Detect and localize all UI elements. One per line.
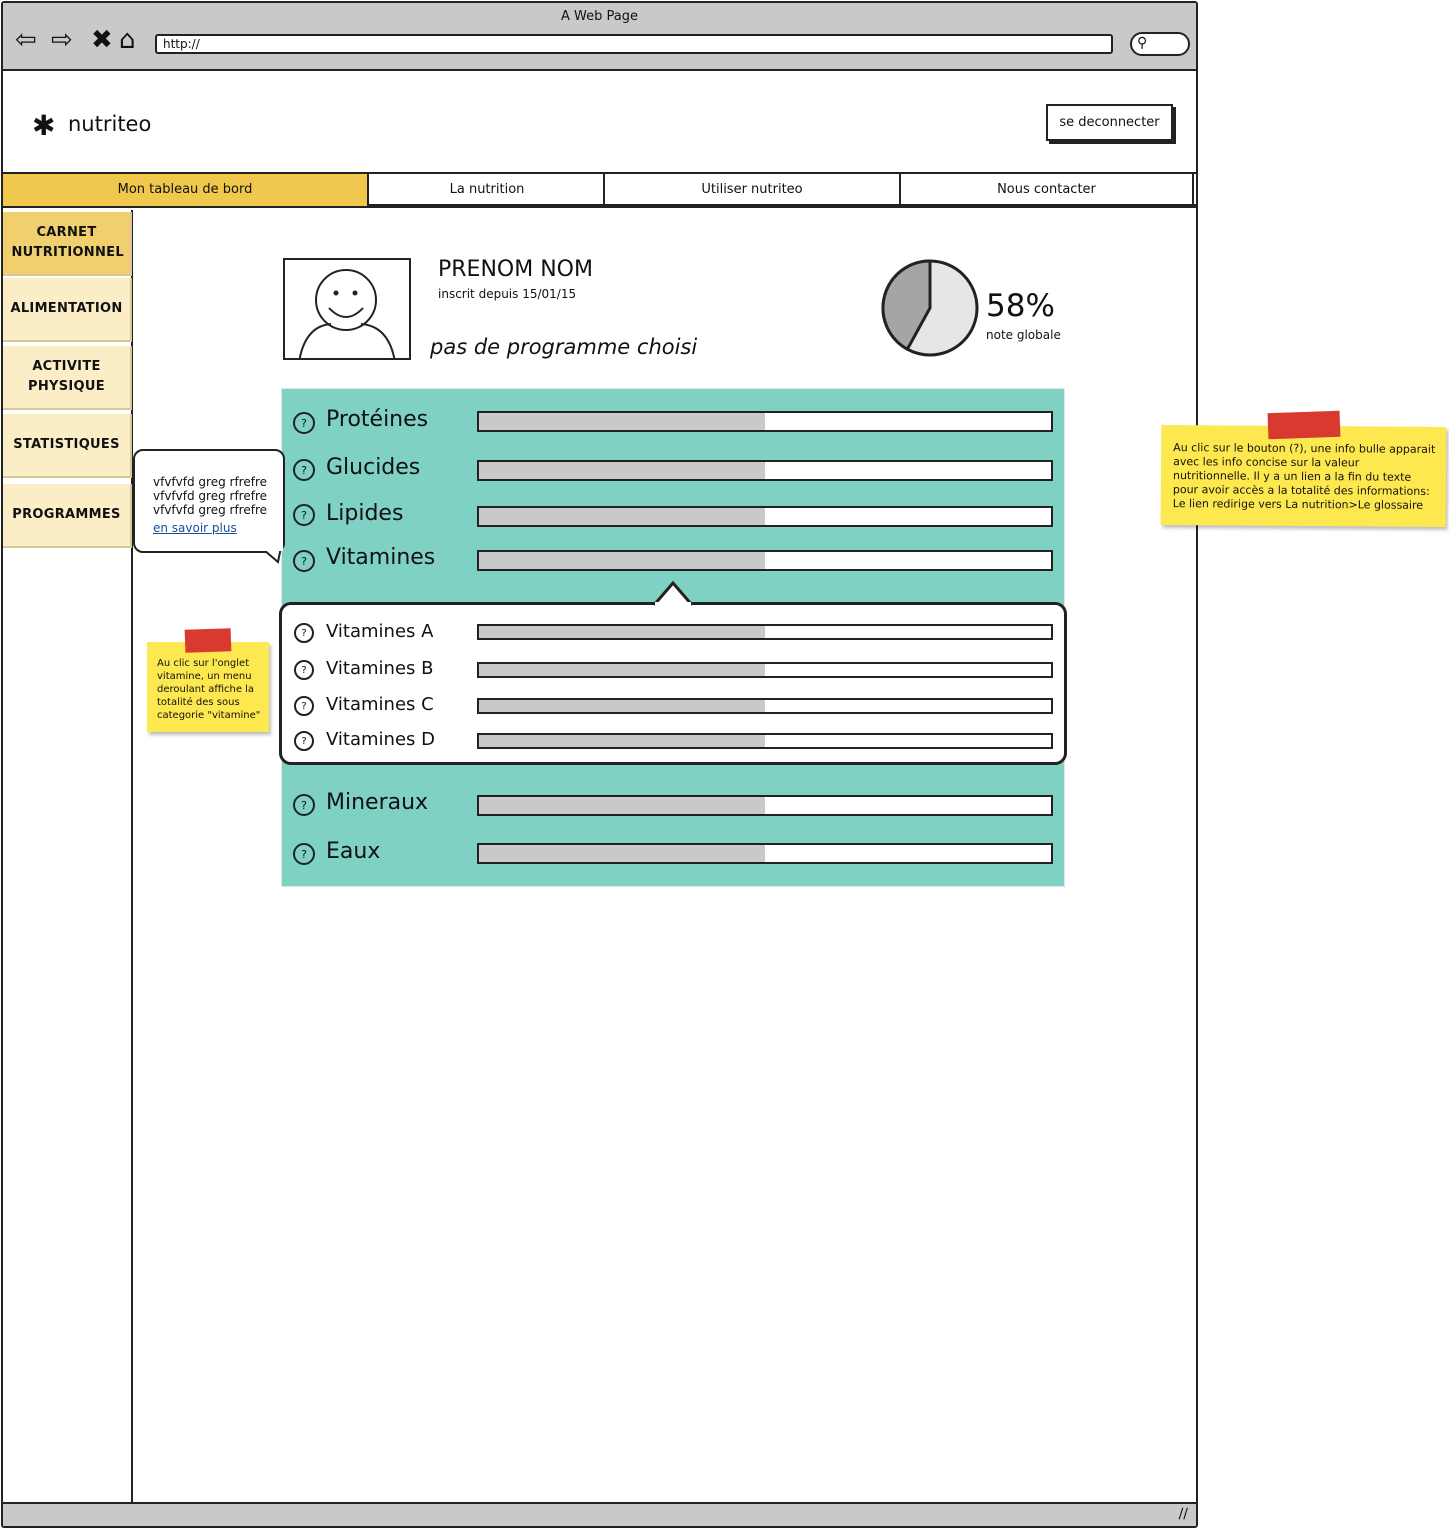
nutrient-label-lipides[interactable]: Lipides: [326, 501, 403, 526]
avatar: [283, 258, 411, 360]
forward-icon[interactable]: ⇨: [51, 27, 73, 53]
progress-bar-vitamine-b: [477, 662, 1053, 678]
tab-contact[interactable]: Nous contacter: [901, 174, 1194, 206]
search-icon: ⚲: [1137, 35, 1148, 51]
logo[interactable]: nutriteo: [68, 112, 151, 136]
tooltip-line: vfvfvfd greg rfrefre: [153, 475, 267, 489]
sidebar-item-label: ACTIVITE PHYSIQUE: [28, 359, 105, 394]
help-icon-vitamine-d[interactable]: ?: [294, 731, 314, 751]
progress-bar-mineraux: [477, 795, 1053, 816]
logout-button[interactable]: se deconnecter: [1046, 104, 1173, 141]
sidebar-item-programmes[interactable]: PROGRAMMES: [3, 484, 132, 548]
browser-search-field[interactable]: ⚲: [1130, 32, 1190, 56]
tooltip-line: vfvfvfd greg rfrefre: [153, 503, 267, 517]
progress-bar-proteines: [477, 411, 1053, 432]
signup-date: inscrit depuis 15/01/15: [438, 287, 577, 301]
help-icon-vitamine-c[interactable]: ?: [294, 696, 314, 716]
progress-bar-glucides: [477, 460, 1053, 481]
help-icon-glucides[interactable]: ?: [293, 459, 315, 481]
tape: [1267, 410, 1341, 440]
sidebar-item-activite[interactable]: ACTIVITE PHYSIQUE: [3, 346, 132, 410]
tab-nutrition[interactable]: La nutrition: [371, 174, 605, 206]
browser-toolbar: A Web Page ⇦ ⇨ ✖ ⌂ http:// ⚲: [3, 3, 1196, 71]
help-icon-lipides[interactable]: ?: [293, 504, 315, 526]
tab-use-nutriteo[interactable]: Utiliser nutriteo: [605, 174, 901, 206]
help-icon-eaux[interactable]: ?: [293, 843, 315, 865]
vitamin-label-d[interactable]: Vitamines D: [326, 729, 435, 750]
window-title: A Web Page: [561, 9, 638, 24]
nutrient-label-vitamines[interactable]: Vitamines: [326, 545, 435, 570]
progress-bar-eaux: [477, 843, 1053, 864]
sidebar-item-label: CARNET NUTRITIONNEL: [11, 225, 124, 260]
user-face-icon: [298, 269, 396, 358]
sidebar-item-label: STATISTIQUES: [13, 437, 120, 452]
score-value: 58%: [986, 288, 1055, 324]
tooltip-tail: [262, 540, 283, 564]
sidebar-item-label: ALIMENTATION: [10, 301, 123, 316]
vitamin-label-c[interactable]: Vitamines C: [326, 694, 434, 715]
help-icon-vitamines[interactable]: ?: [293, 550, 315, 572]
dropdown-caret: [652, 580, 694, 606]
progress-bar-lipides: [477, 506, 1053, 527]
nutrient-label-proteines[interactable]: Protéines: [326, 407, 428, 432]
sidebar-item-statistiques[interactable]: STATISTIQUES: [3, 414, 132, 478]
tab-dashboard[interactable]: Mon tableau de bord: [3, 174, 369, 206]
help-icon-proteines[interactable]: ?: [293, 412, 315, 434]
program-status[interactable]: pas de programme choisi: [430, 335, 697, 359]
progress-bar-vitamine-c: [477, 698, 1053, 714]
sidebar-item-carnet[interactable]: CARNET NUTRITIONNEL: [3, 212, 132, 276]
progress-bar-vitamine-a: [477, 624, 1053, 640]
resize-handle-icon[interactable]: ∕∕: [1179, 1506, 1188, 1522]
help-icon-vitamine-a[interactable]: ?: [294, 623, 314, 643]
progress-bar-vitamines: [477, 550, 1053, 571]
back-icon[interactable]: ⇦: [15, 27, 37, 53]
status-bar: ∕∕: [3, 1502, 1196, 1526]
sidebar-item-label: PROGRAMMES: [12, 507, 121, 522]
progress-bar-vitamine-d: [477, 733, 1053, 749]
top-navigation: Mon tableau de bord La nutrition Utilise…: [3, 172, 1196, 208]
tooltip-line: vfvfvfd greg rfrefre: [153, 489, 267, 503]
annotation-note-help: Au clic sur le bouton (?), une info bull…: [1160, 425, 1447, 527]
asterisk-icon: ✱: [32, 109, 56, 142]
note-text: Au clic sur le bouton (?), une info bull…: [1172, 441, 1436, 512]
nutrient-label-mineraux[interactable]: Mineraux: [326, 790, 428, 815]
score-pie-chart: [881, 259, 979, 357]
home-icon[interactable]: ⌂: [119, 27, 136, 53]
help-icon-mineraux[interactable]: ?: [293, 794, 315, 816]
note-text: Au clic sur l'onglet vitamine, un menu d…: [157, 658, 261, 721]
close-icon[interactable]: ✖: [91, 27, 113, 53]
score-label: note globale: [986, 328, 1061, 342]
info-tooltip: vfvfvfd greg rfrefre vfvfvfd greg rfrefr…: [133, 449, 285, 553]
nutrient-label-glucides[interactable]: Glucides: [326, 455, 420, 480]
sidebar-item-alimentation[interactable]: ALIMENTATION: [3, 278, 132, 342]
user-name: PRENOM NOM: [438, 257, 593, 282]
vitamin-label-a[interactable]: Vitamines A: [326, 621, 433, 642]
annotation-note-vitamin: Au clic sur l'onglet vitamine, un menu d…: [147, 642, 269, 732]
tape: [184, 628, 232, 653]
url-input[interactable]: http://: [155, 34, 1113, 54]
nutrient-label-eaux[interactable]: Eaux: [326, 839, 380, 864]
help-icon-vitamine-b[interactable]: ?: [294, 660, 314, 680]
learn-more-link[interactable]: en savoir plus: [153, 521, 283, 535]
vitamin-label-b[interactable]: Vitamines B: [326, 658, 433, 679]
